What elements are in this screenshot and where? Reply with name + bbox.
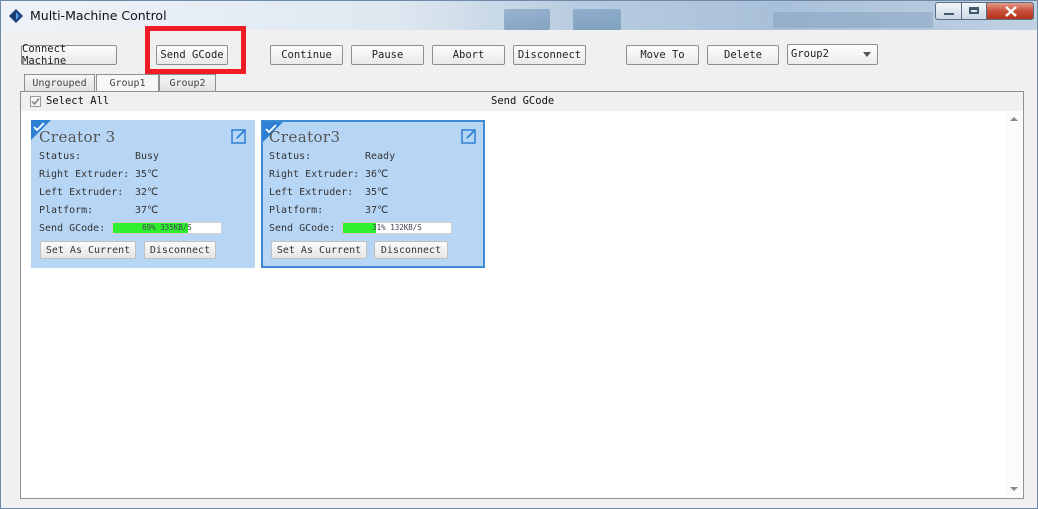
right-extruder-row: Right Extruder: 36℃ bbox=[269, 169, 388, 180]
platform-row: Platform: 37℃ bbox=[269, 205, 388, 216]
send-gcode-row: Send GCode: bbox=[39, 223, 105, 234]
set-as-current-button[interactable]: Set As Current bbox=[271, 241, 367, 259]
edit-icon[interactable] bbox=[461, 128, 477, 144]
disconnect-button[interactable]: Disconnect bbox=[513, 45, 586, 65]
platform-label: Platform: bbox=[39, 205, 94, 216]
right-extruder-row: Right Extruder: 35℃ bbox=[39, 169, 158, 180]
connect-machine-button[interactable]: Connect Machine bbox=[21, 43, 117, 67]
set-as-current-button[interactable]: Set As Current bbox=[40, 241, 136, 259]
card-disconnect-button[interactable]: Disconnect bbox=[374, 241, 448, 259]
status-value: Busy bbox=[135, 151, 160, 162]
left-extruder-row: Left Extruder: 35℃ bbox=[269, 187, 388, 198]
continue-button[interactable]: Continue bbox=[270, 45, 343, 65]
progress-text: 69% 335KB/S bbox=[142, 223, 192, 232]
status-row: Status: Ready bbox=[269, 151, 395, 162]
chevron-down-icon bbox=[863, 52, 871, 57]
machine-name: Creator3 bbox=[269, 128, 341, 146]
close-icon bbox=[1005, 6, 1017, 17]
send-gcode-label: Send GCode: bbox=[39, 223, 106, 234]
group-select[interactable]: Group2 bbox=[787, 44, 878, 65]
machine-name: Creator 3 bbox=[39, 128, 116, 146]
status-row: Status: Busy bbox=[39, 151, 159, 162]
send-gcode-row: Send GCode: bbox=[269, 223, 335, 234]
machine-card[interactable]: Creator3 Status: Ready Right Extruder: 36℃… bbox=[261, 120, 485, 268]
platform-value: 37℃ bbox=[135, 205, 159, 216]
right-extruder-value: 36℃ bbox=[365, 169, 389, 180]
tab-group2[interactable]: Group2 bbox=[159, 74, 216, 91]
left-extruder-value: 32℃ bbox=[135, 187, 159, 198]
highlight-box bbox=[145, 26, 246, 74]
taskbar-thumbnail bbox=[504, 9, 550, 30]
left-extruder-label: Left Extruder: bbox=[39, 187, 124, 198]
delete-button[interactable]: Delete bbox=[707, 45, 779, 65]
status-value: Ready bbox=[365, 151, 396, 162]
check-icon bbox=[31, 98, 40, 106]
status-label: Status: bbox=[39, 151, 82, 162]
background-window-title bbox=[773, 12, 933, 28]
close-button[interactable] bbox=[986, 2, 1034, 20]
tab-ungrouped[interactable]: Ungrouped bbox=[24, 74, 95, 91]
left-extruder-row: Left Extruder: 32℃ bbox=[39, 187, 158, 198]
panel-column-title: Send GCode bbox=[491, 95, 555, 107]
right-extruder-label: Right Extruder: bbox=[269, 169, 360, 180]
send-progress-bar: 69% 335KB/S bbox=[112, 222, 222, 234]
scroll-down-icon[interactable] bbox=[1010, 487, 1018, 491]
platform-value: 37℃ bbox=[365, 205, 389, 216]
app-window: Multi-Machine Control Connect Machine Se… bbox=[0, 0, 1038, 509]
taskbar-thumbnail bbox=[573, 9, 621, 30]
maximize-button[interactable] bbox=[961, 2, 987, 20]
scroll-up-icon[interactable] bbox=[1010, 117, 1018, 121]
select-all-label: Select All bbox=[46, 95, 110, 107]
platform-row: Platform: 37℃ bbox=[39, 205, 158, 216]
window-title: Multi-Machine Control bbox=[30, 8, 167, 23]
select-all-checkbox[interactable] bbox=[30, 96, 41, 107]
machine-card[interactable]: Creator 3 Status: Busy Right Extruder: 35℃… bbox=[31, 120, 255, 268]
left-extruder-value: 35℃ bbox=[365, 187, 389, 198]
status-label: Status: bbox=[269, 151, 312, 162]
app-logo-icon bbox=[9, 9, 23, 23]
move-to-button[interactable]: Move To bbox=[626, 45, 699, 65]
right-extruder-label: Right Extruder: bbox=[39, 169, 130, 180]
vertical-scrollbar[interactable] bbox=[1006, 111, 1022, 497]
progress-text: 31% 132KB/S bbox=[372, 223, 422, 232]
edit-icon[interactable] bbox=[231, 128, 247, 144]
pause-button[interactable]: Pause bbox=[351, 45, 424, 65]
send-progress-bar: 31% 132KB/S bbox=[342, 222, 452, 234]
group-select-value: Group2 bbox=[791, 48, 829, 60]
abort-button[interactable]: Abort bbox=[432, 45, 505, 65]
left-extruder-label: Left Extruder: bbox=[269, 187, 354, 198]
minimize-button[interactable] bbox=[935, 2, 962, 20]
send-gcode-label: Send GCode: bbox=[269, 223, 336, 234]
right-extruder-value: 35℃ bbox=[135, 169, 159, 180]
platform-label: Platform: bbox=[269, 205, 324, 216]
tab-group1[interactable]: Group1 bbox=[96, 74, 159, 91]
card-disconnect-button[interactable]: Disconnect bbox=[144, 241, 216, 259]
